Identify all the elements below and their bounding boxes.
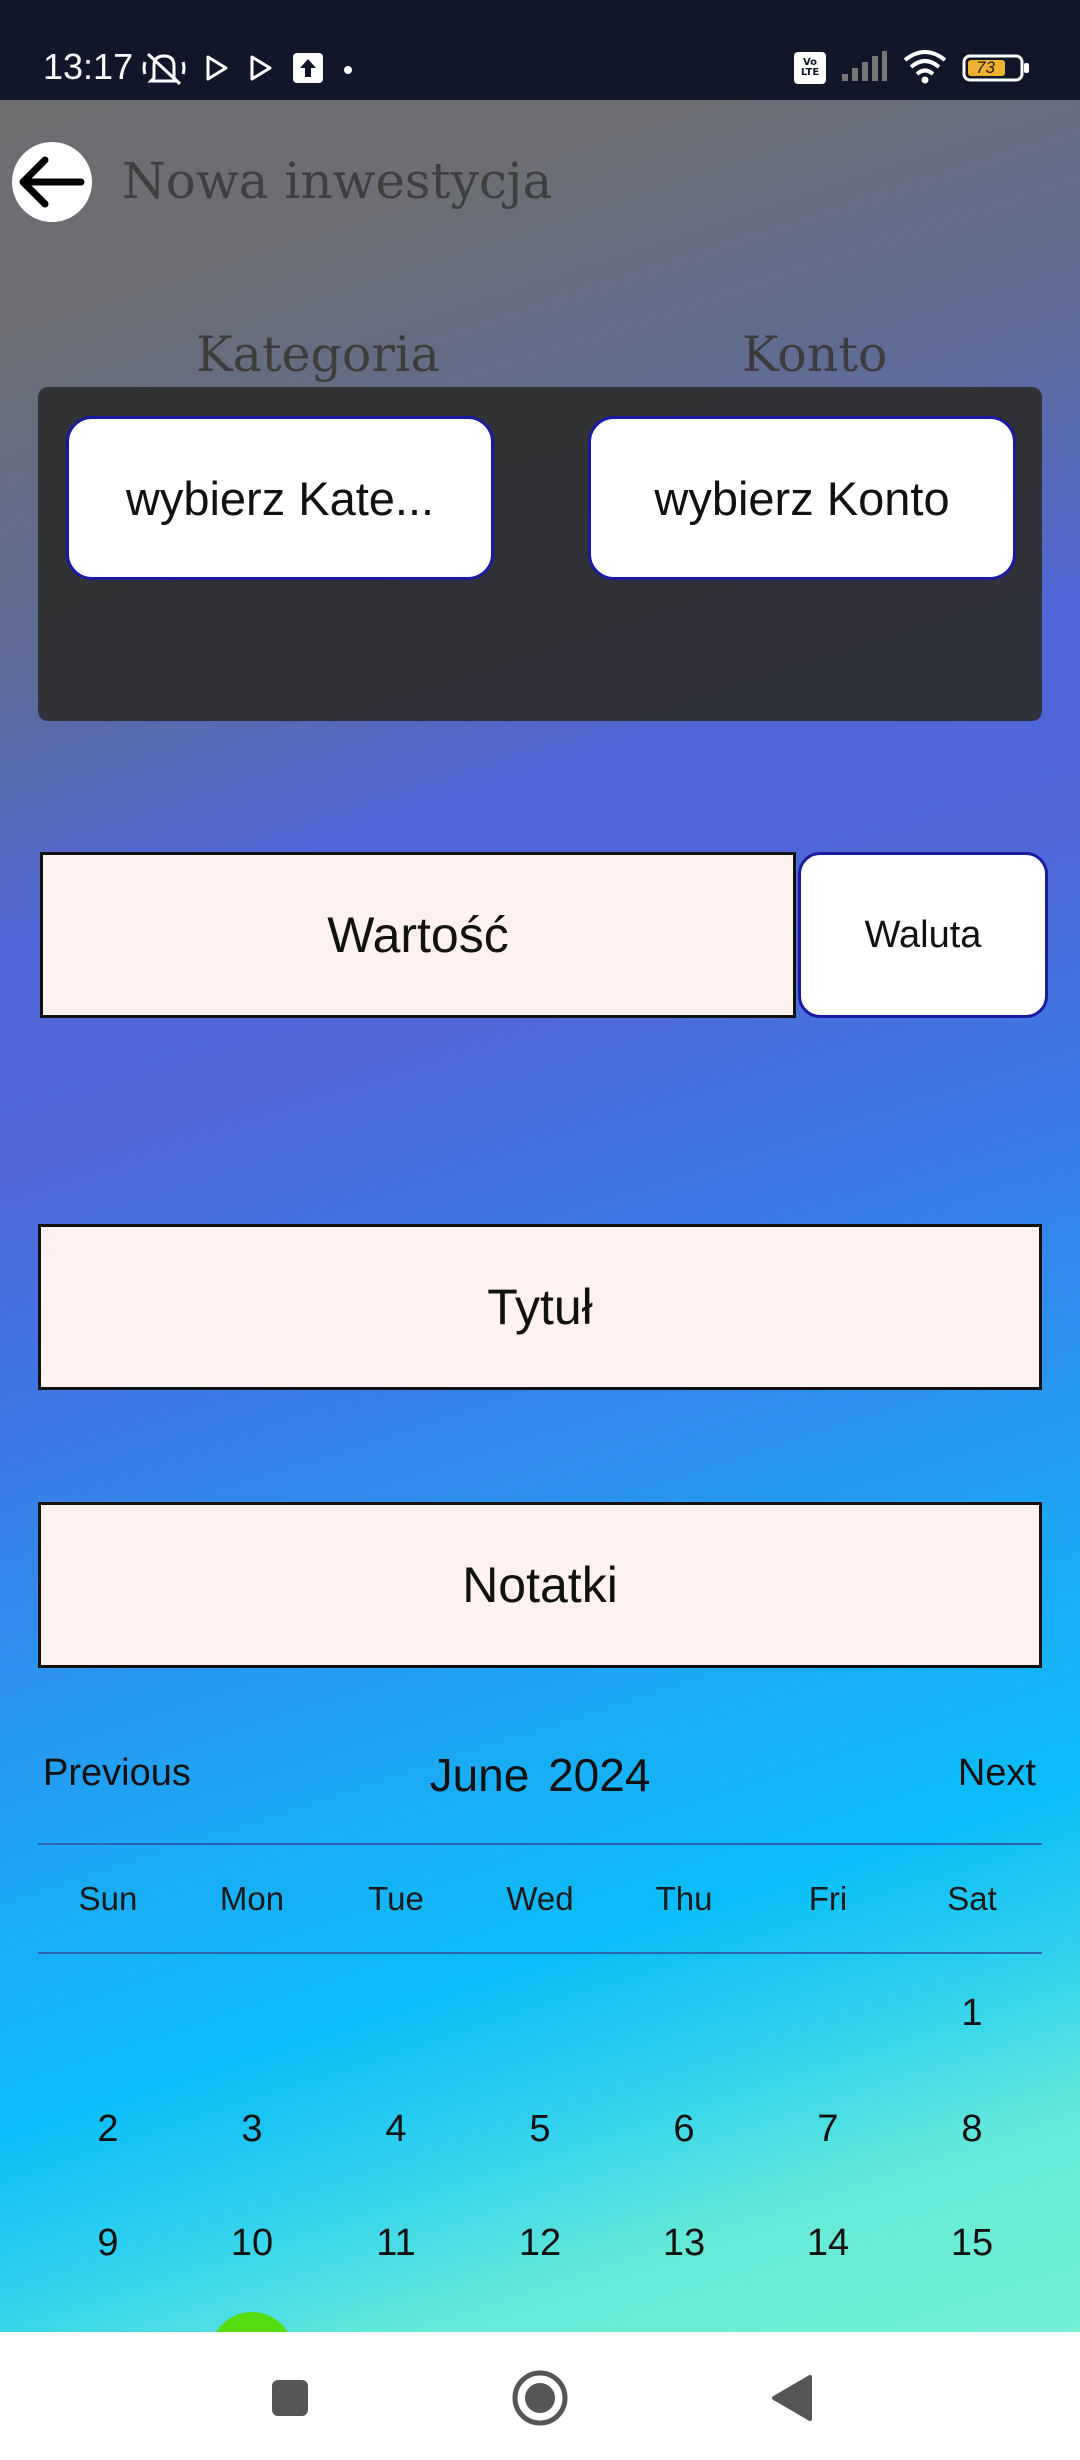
calendar-day[interactable]: 3 [180, 2108, 324, 2151]
calendar-month: June [429, 1749, 530, 1801]
dot-icon [342, 61, 354, 80]
calendar-year: 2024 [548, 1749, 651, 1801]
screen: 13:17 Vo LTE 73 Nowa inwestycja Kategori… [0, 0, 1080, 2460]
wifi-icon [902, 48, 948, 88]
weekday-wed: Wed [506, 1880, 574, 1917]
arrow-left-icon [19, 156, 85, 208]
mute-icon [142, 48, 186, 92]
volte-icon: Vo LTE [794, 52, 826, 84]
calendar-day[interactable]: 7 [756, 2108, 900, 2151]
calendar-header: Previous June 2024 Next [38, 1740, 1042, 1820]
upload-icon [292, 52, 324, 88]
calendar-divider [38, 1843, 1042, 1845]
account-label: Konto [742, 326, 888, 383]
weekday-sun: Sun [78, 1880, 138, 1917]
status-icons-right: Vo LTE 73 [794, 48, 1032, 88]
status-icons-left [142, 48, 354, 92]
next-month-button[interactable]: Next [958, 1752, 1036, 1795]
calendar-day[interactable]: 10 [180, 2222, 324, 2265]
back-nav-button[interactable] [762, 2368, 822, 2428]
currency-button[interactable]: Waluta [798, 852, 1048, 1018]
weekday-mon: Mon [219, 1880, 285, 1917]
weekday-sat: Sat [947, 1880, 997, 1917]
calendar-day[interactable]: 5 [468, 2108, 612, 2151]
calendar-month-year: June 2024 [38, 1748, 1042, 1802]
value-input[interactable]: Wartość [40, 852, 796, 1018]
battery-level: 73 [976, 58, 995, 77]
signal-icon [840, 50, 888, 86]
calendar-day[interactable]: 2 [36, 2108, 180, 2151]
category-button[interactable]: wybierz Kate... [66, 416, 494, 580]
square-icon [272, 2380, 308, 2416]
calendar-day[interactable]: 14 [756, 2222, 900, 2265]
home-button[interactable] [510, 2368, 570, 2428]
calendar-day[interactable]: 6 [612, 2108, 756, 2151]
recents-button[interactable] [260, 2368, 320, 2428]
calendar-day[interactable]: 12 [468, 2222, 612, 2265]
calendar-day[interactable]: 13 [612, 2222, 756, 2265]
status-bar: 13:17 Vo LTE 73 [0, 0, 1080, 100]
page-title: Nowa inwestycja [122, 152, 553, 210]
weekday-thu: Thu [655, 1880, 713, 1917]
calendar-day[interactable]: 4 [324, 2108, 468, 2151]
calendar-day[interactable]: 1 [900, 1992, 1044, 2035]
calendar-divider [38, 1952, 1042, 1954]
navigation-bar [0, 2332, 1080, 2460]
play-store-icon [204, 54, 230, 86]
notes-input[interactable]: Notatki [38, 1502, 1042, 1668]
weekday-fri: Fri [808, 1880, 848, 1917]
category-label: Kategoria [196, 326, 440, 383]
calendar-day[interactable]: 8 [900, 2108, 1044, 2151]
calendar-day[interactable]: 11 [324, 2222, 468, 2265]
calendar-day[interactable]: 15 [900, 2222, 1044, 2265]
back-button[interactable] [12, 142, 92, 222]
battery-icon: 73 [962, 53, 1032, 83]
account-button[interactable]: wybierz Konto [588, 416, 1016, 580]
title-input[interactable]: Tytuł [38, 1224, 1042, 1390]
play-store-icon [248, 54, 274, 86]
status-time: 13:17 [43, 46, 134, 87]
circle-icon [512, 2370, 568, 2426]
calendar-day[interactable]: 9 [36, 2222, 180, 2265]
triangle-back-icon [772, 2375, 812, 2421]
weekday-tue: Tue [368, 1880, 424, 1917]
